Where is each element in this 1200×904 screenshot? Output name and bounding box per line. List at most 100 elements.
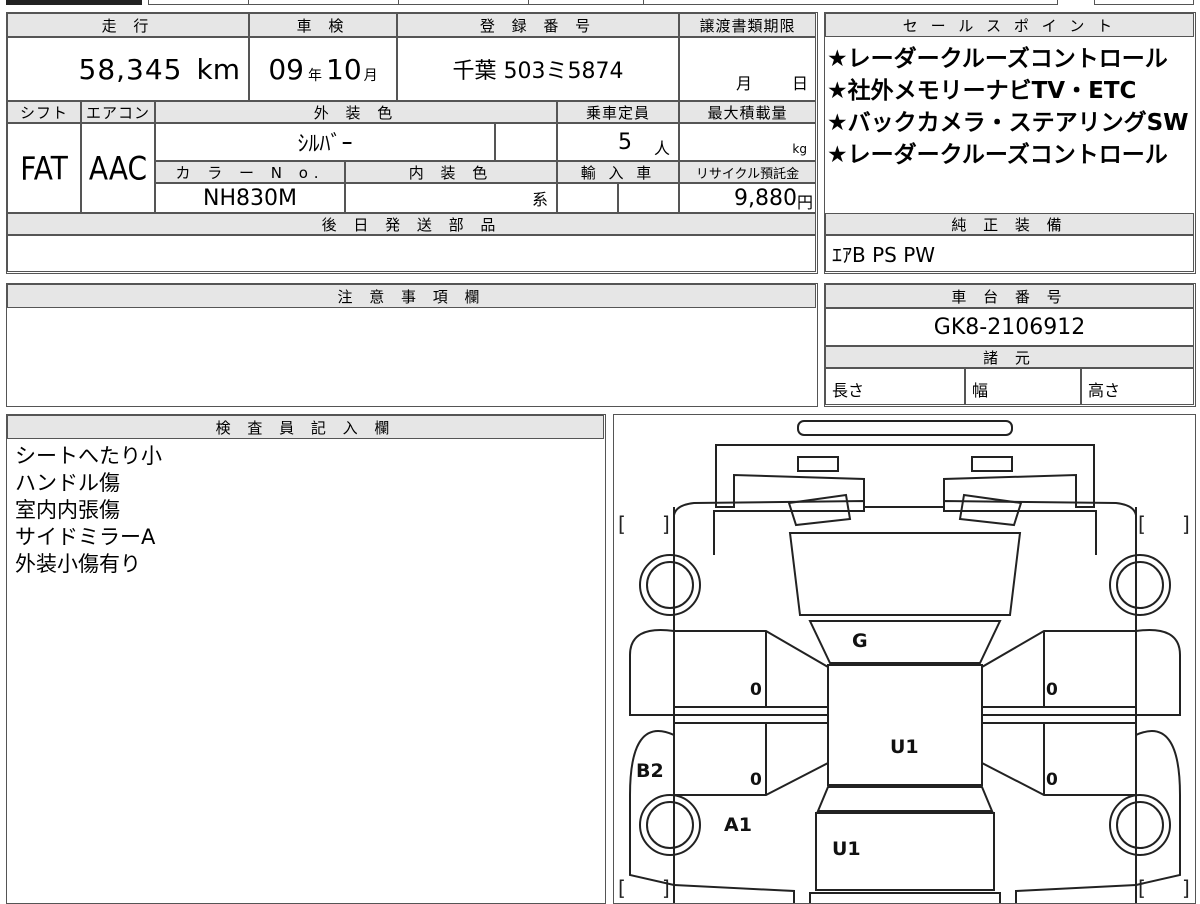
capacity-unit: 人 bbox=[653, 139, 670, 158]
load-unit: kg bbox=[792, 142, 807, 156]
inspector-notes-list: シートへたり小 ハンドル傷 室内内張傷 サイドミラーA 外装小傷有り bbox=[15, 443, 595, 578]
mark-roof: U1 bbox=[890, 736, 919, 758]
max-load-value: kg bbox=[679, 123, 816, 161]
genuine-equipment-value: ｴｱB PS PW bbox=[825, 235, 1194, 272]
body-upper bbox=[673, 499, 1137, 555]
inspector-note: ハンドル傷 bbox=[15, 471, 120, 495]
right-rear-door bbox=[981, 722, 1136, 796]
sales-points-block: セ ー ル ス ポ イ ン ト ★レーダークルーズコントロール ★社外メモリーナ… bbox=[824, 12, 1196, 274]
mark-front-window: G bbox=[852, 630, 868, 652]
sales-point-item: ★バックカメラ・ステアリングSW bbox=[827, 110, 1189, 136]
recycle-number: 9,880 bbox=[734, 185, 797, 211]
roof-panel bbox=[827, 664, 983, 786]
wheel-front-left-inner bbox=[646, 561, 694, 609]
inspector-note: シートへたり小 bbox=[15, 444, 162, 468]
spec-length-label: 長さ bbox=[832, 381, 865, 400]
notes-header: 注 意 事 項 欄 bbox=[7, 284, 816, 308]
left-front-fender bbox=[629, 629, 675, 716]
front-bumper bbox=[797, 420, 1013, 436]
mark-rear-panel: U1 bbox=[832, 838, 861, 860]
deadline-day-unit: 日 bbox=[792, 74, 809, 93]
color-no-value: NH830M bbox=[155, 183, 345, 213]
exterior-color-header: 外 装 色 bbox=[155, 101, 557, 123]
bracket: [ bbox=[1138, 512, 1146, 536]
deadline-month-unit: 月 bbox=[736, 74, 753, 93]
sales-point-item: ★社外メモリーナビTV・ETC bbox=[827, 78, 1137, 104]
spec-height: 高さ bbox=[1081, 368, 1194, 405]
sales-points-header: セ ー ル ス ポ イ ン ト bbox=[825, 13, 1194, 37]
sales-point-item: ★レーダークルーズコントロール bbox=[827, 142, 1168, 168]
inspector-block: 検 査 員 記 入 欄 シートへたり小 ハンドル傷 室内内張傷 サイドミラーA … bbox=[6, 414, 606, 904]
mileage-unit: km bbox=[196, 52, 241, 86]
bracket: ] bbox=[662, 876, 670, 900]
bracket: [ bbox=[1138, 876, 1146, 900]
wheel-front-right-inner bbox=[1116, 561, 1164, 609]
front-grille bbox=[971, 456, 1013, 472]
chassis-number: GK8-2106912 bbox=[933, 314, 1086, 340]
mark-right-front-door: 0 bbox=[1046, 680, 1058, 700]
rear-lower bbox=[673, 884, 1137, 903]
deadline-header: 譲渡書類期限 bbox=[679, 13, 816, 37]
vehicle-info-block: 走 行 車 検 登 録 番 号 譲渡書類期限 58,345 km 09 年 10… bbox=[6, 12, 818, 274]
genuine-equipment-text: ｴｱB PS PW bbox=[832, 243, 936, 267]
car-diagram-block: [ ] [ ] [ ] [ ] G 0 0 0 0 U1 U1 B2 A1 bbox=[613, 414, 1196, 904]
mark-right-rear-door: 0 bbox=[1046, 770, 1058, 790]
mark-left-front-door: 0 bbox=[750, 680, 762, 700]
spec-width-label: 幅 bbox=[972, 381, 989, 400]
aircon-value: AAC bbox=[81, 123, 155, 213]
notes-block: 注 意 事 項 欄 bbox=[6, 283, 818, 407]
spec-height-label: 高さ bbox=[1088, 381, 1121, 400]
car-diagram: [ ] [ ] [ ] [ ] G 0 0 0 0 U1 U1 B2 A1 bbox=[618, 420, 1190, 903]
import-value-right bbox=[618, 183, 679, 213]
front-glass bbox=[808, 620, 1002, 664]
chassis-header: 車 台 番 号 bbox=[825, 284, 1194, 308]
hood-outline bbox=[715, 444, 1095, 508]
right-front-door bbox=[981, 630, 1136, 708]
import-value-left bbox=[557, 183, 618, 213]
recycle-unit: 円 bbox=[796, 193, 813, 212]
bracket: ] bbox=[1182, 512, 1190, 536]
mark-left-rear-door: 0 bbox=[750, 770, 762, 790]
capacity-number: 5 bbox=[617, 129, 632, 155]
exterior-color-text: ｼﾙﾊﾞｰ bbox=[297, 132, 353, 157]
inspection-year: 09 bbox=[268, 52, 304, 86]
right-front-fender bbox=[1135, 629, 1181, 716]
inspector-header: 検 査 員 記 入 欄 bbox=[7, 415, 604, 439]
registration-header: 登 録 番 号 bbox=[397, 13, 679, 37]
rear-bumper bbox=[809, 892, 1001, 903]
year-unit: 年 bbox=[308, 68, 322, 84]
wheel-rear-left-inner bbox=[646, 801, 694, 849]
chassis-value: GK8-2106912 bbox=[825, 308, 1194, 346]
wheel-rear-left bbox=[639, 794, 701, 856]
bracket: [ bbox=[618, 512, 626, 536]
wheel-rear-right-inner bbox=[1116, 801, 1164, 849]
windshield bbox=[788, 532, 1022, 616]
shift-value: FAT bbox=[7, 123, 81, 213]
body-outline bbox=[673, 507, 1137, 903]
interior-color-value: 系 bbox=[345, 183, 557, 213]
chassis-block: 車 台 番 号 GK8-2106912 諸 元 長さ 幅 高さ bbox=[824, 283, 1196, 407]
wheel-rear-right bbox=[1109, 794, 1171, 856]
specs-header: 諸 元 bbox=[825, 346, 1194, 368]
registration-value: 千葉 503ミ5874 bbox=[397, 37, 679, 101]
capacity-header: 乗車定員 bbox=[557, 101, 679, 123]
interior-suffix: 系 bbox=[531, 190, 548, 209]
bracket: [ bbox=[618, 876, 626, 900]
later-parts-header: 後 日 発 送 部 品 bbox=[7, 213, 816, 235]
aircon-text: AAC bbox=[88, 149, 148, 187]
month-unit: 月 bbox=[363, 68, 378, 84]
mileage-header: 走 行 bbox=[7, 13, 249, 37]
aircon-header: エアコン bbox=[81, 101, 155, 123]
top-strip bbox=[0, 0, 1200, 6]
bracket: ] bbox=[662, 512, 670, 536]
capacity-value: 5 人 bbox=[557, 123, 679, 161]
max-load-header: 最大積載量 bbox=[679, 101, 816, 123]
mileage-value: 58,345 km bbox=[7, 37, 249, 101]
genuine-equipment-header: 純 正 装 備 bbox=[825, 213, 1194, 235]
wheel-front-right bbox=[1109, 554, 1171, 616]
left-rear-fender bbox=[629, 730, 675, 886]
front-grille bbox=[797, 456, 839, 472]
shift-header: シフト bbox=[7, 101, 81, 123]
spec-length: 長さ bbox=[825, 368, 965, 405]
wheel-front-left bbox=[639, 554, 701, 616]
